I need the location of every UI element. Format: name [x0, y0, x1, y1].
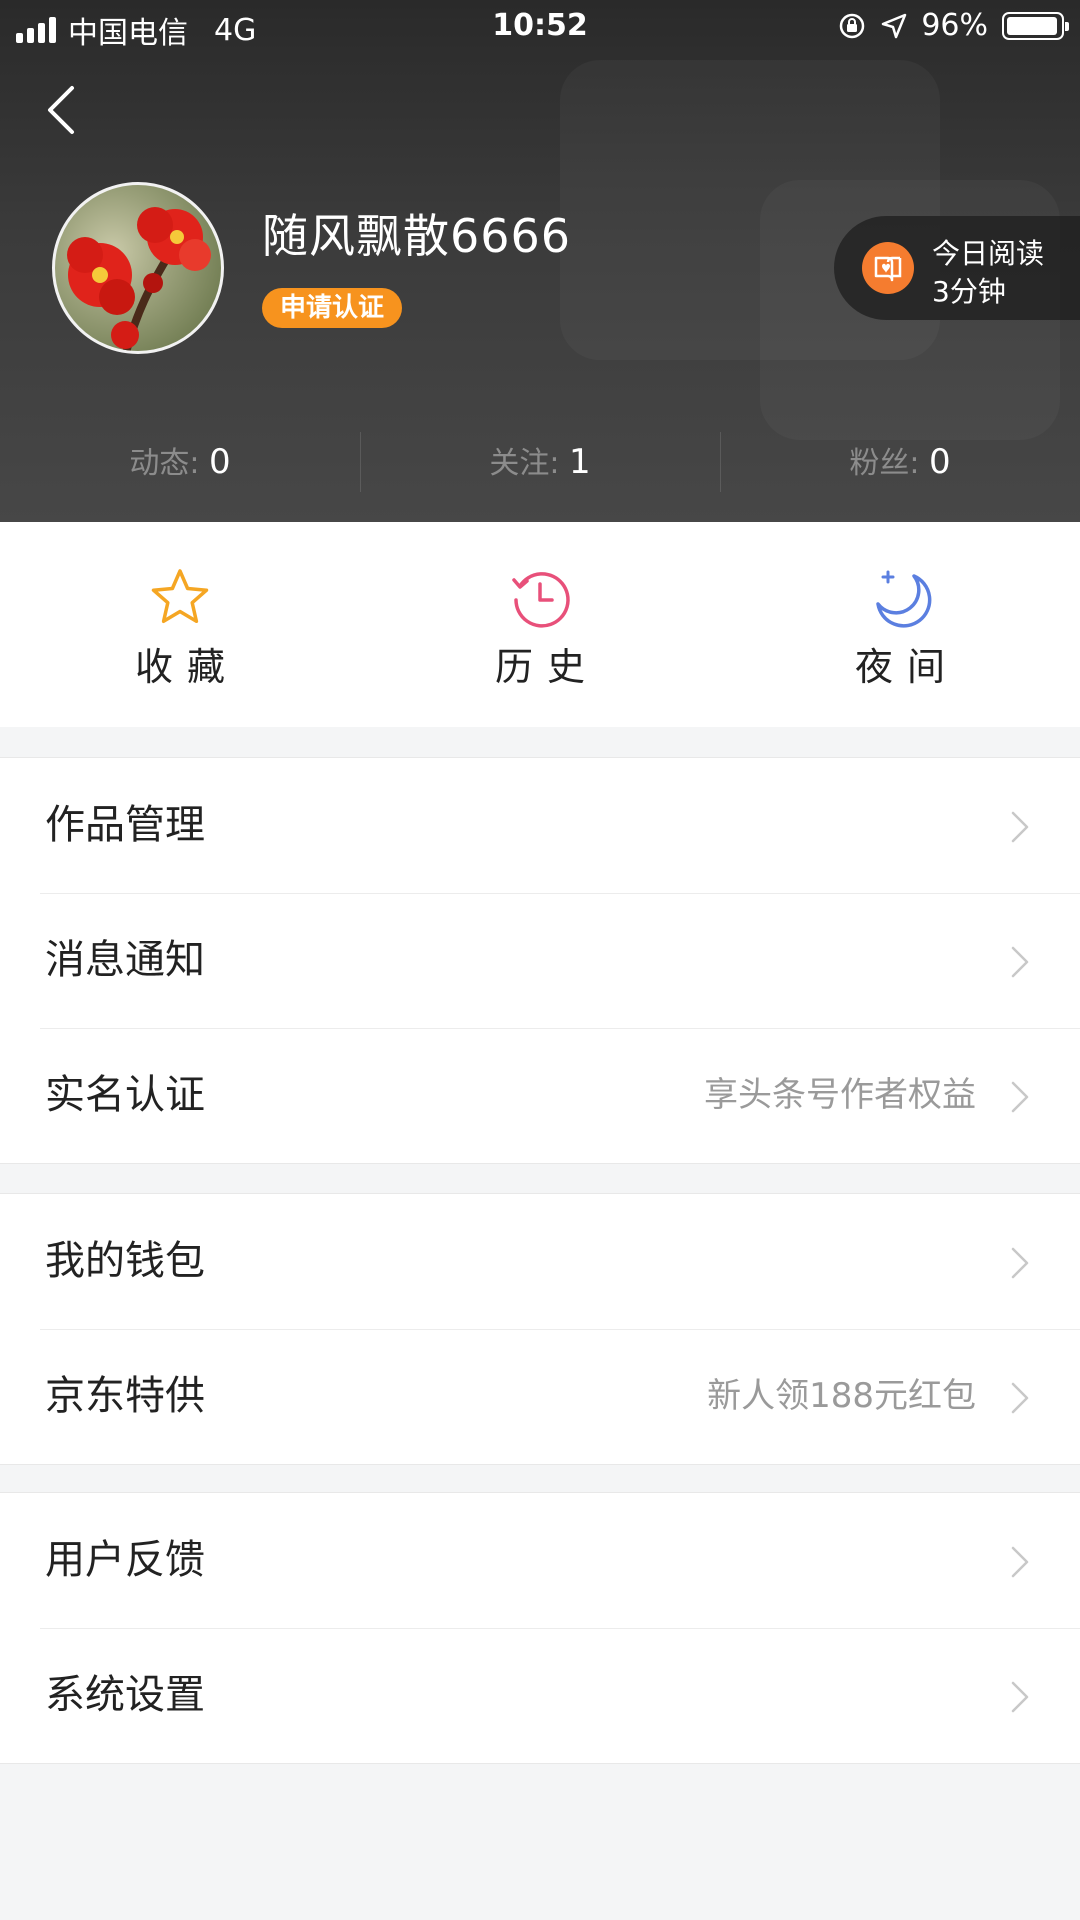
- chevron-right-icon: [1011, 1081, 1029, 1113]
- moon-icon: [876, 570, 932, 628]
- username[interactable]: 随风飘散6666: [262, 200, 571, 266]
- menu-item-label: 作品管理: [45, 802, 205, 848]
- menu-item-works-management[interactable]: 作品管理: [0, 758, 1080, 893]
- stat-label: 粉丝:: [849, 446, 920, 481]
- menu-item-label: 实名认证: [45, 1072, 205, 1118]
- stat-followers[interactable]: 粉丝: 0: [720, 432, 1080, 492]
- menu-group-system: 用户反馈 系统设置: [0, 1492, 1080, 1764]
- chevron-right-icon: [1011, 811, 1029, 843]
- night-mode-button[interactable]: 夜间: [720, 522, 1080, 727]
- stat-value: 0: [929, 442, 951, 482]
- menu-item-label: 系统设置: [45, 1672, 205, 1718]
- stat-following[interactable]: 关注: 1: [360, 432, 720, 492]
- menu-group-commerce: 我的钱包 京东特供 新人领188元红包: [0, 1193, 1080, 1465]
- menu-item-notifications[interactable]: 消息通知: [0, 893, 1080, 1028]
- profile-stats: 动态: 0 关注: 1 粉丝: 0: [0, 432, 1080, 492]
- quick-actions-bar: 收藏 历史 夜间: [0, 522, 1080, 727]
- battery-percent: 96%: [921, 8, 988, 43]
- book-heart-icon: [862, 242, 914, 294]
- quick-action-label: 历史: [494, 645, 599, 689]
- menu-item-label: 我的钱包: [45, 1238, 205, 1284]
- menu-item-label: 京东特供: [45, 1373, 205, 1419]
- stat-label: 关注:: [489, 446, 560, 481]
- stat-value: 1: [569, 442, 591, 482]
- location-arrow-icon: [882, 13, 907, 38]
- menu-item-jd-special[interactable]: 京东特供 新人领188元红包: [0, 1329, 1080, 1464]
- orientation-lock-icon: [840, 13, 865, 38]
- profile-header: 中国电信 4G 10:52 96% 随风飘散6666 申请认证 今日阅读 3分钟…: [0, 0, 1080, 522]
- today-reading-button[interactable]: 今日阅读 3分钟: [834, 216, 1080, 320]
- reading-duration: 3分钟: [932, 275, 1006, 308]
- star-icon: [151, 569, 209, 624]
- flower-photo: [67, 207, 211, 351]
- history-clock-icon: [512, 572, 570, 628]
- history-button[interactable]: 历史: [360, 522, 720, 727]
- menu-group-content: 作品管理 消息通知 实名认证 享头条号作者权益: [0, 757, 1080, 1164]
- apply-verification-button[interactable]: 申请认证: [262, 288, 403, 328]
- battery-icon: [1002, 11, 1069, 40]
- menu-item-settings[interactable]: 系统设置: [0, 1628, 1080, 1763]
- menu-item-real-name-verification[interactable]: 实名认证 享头条号作者权益: [0, 1028, 1080, 1163]
- reading-label: 今日阅读: [932, 237, 1045, 270]
- menu-item-hint: 新人领188元红包: [707, 1376, 976, 1416]
- menu-item-wallet[interactable]: 我的钱包: [0, 1194, 1080, 1329]
- menu-item-hint: 享头条号作者权益: [704, 1075, 976, 1115]
- back-button[interactable]: [40, 82, 84, 138]
- chevron-right-icon: [1011, 1247, 1029, 1279]
- chevron-right-icon: [1011, 1681, 1029, 1713]
- chevron-right-icon: [1011, 946, 1029, 978]
- menu-item-label: 消息通知: [45, 937, 205, 983]
- favorites-button[interactable]: 收藏: [0, 522, 360, 727]
- quick-action-label: 夜间: [854, 645, 959, 689]
- stat-value: 0: [209, 442, 231, 482]
- avatar[interactable]: [52, 182, 224, 354]
- stat-label: 动态:: [129, 446, 200, 481]
- chevron-right-icon: [1011, 1382, 1029, 1414]
- menu-item-feedback[interactable]: 用户反馈: [0, 1493, 1080, 1628]
- quick-action-label: 收藏: [134, 645, 239, 689]
- stat-posts[interactable]: 动态: 0: [0, 432, 360, 492]
- menu-item-label: 用户反馈: [45, 1537, 205, 1583]
- chevron-right-icon: [1011, 1546, 1029, 1578]
- status-bar: 中国电信 4G 10:52 96%: [0, 0, 1080, 54]
